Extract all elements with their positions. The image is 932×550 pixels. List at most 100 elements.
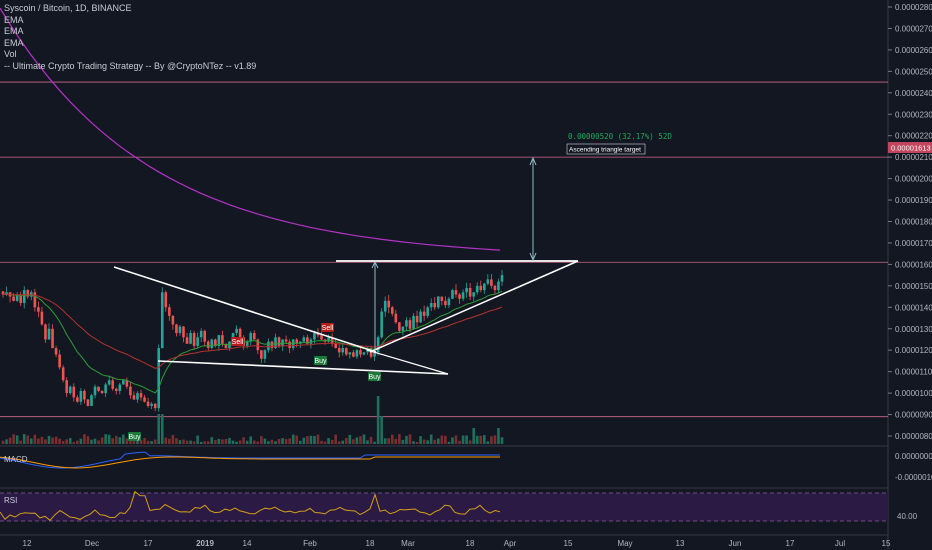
candle-body [348,352,352,355]
time-tick-label: 17 [786,539,795,548]
candle-body [447,298,451,306]
legend-ema-3[interactable]: EMA [4,38,256,50]
volume-bar [383,438,387,444]
price-tick-label: 0.00001100 [895,368,932,377]
candle-body [185,337,189,344]
legend-symbol[interactable]: Syscoin / Bitcoin, 1D, BINANCE [4,3,256,15]
volume-bar [86,436,90,444]
volume-bar [210,437,214,444]
volume-bar [284,439,288,444]
candle-body [33,292,37,308]
volume-bar [54,436,58,444]
volume-bar [373,441,376,444]
candle-body [380,311,383,338]
price-tick-label: 0.00001600 [895,260,932,269]
candle-body [206,341,210,349]
candle-body [486,279,490,284]
price-tick-label: 0.00002800 [895,3,932,12]
volume-bar [192,441,196,444]
candle-body [362,352,366,355]
candle-body [376,337,380,353]
legend-ema-1[interactable]: EMA [4,15,256,27]
volume-bar [150,441,153,444]
candle-body [44,324,47,340]
candle-body [451,290,454,299]
candle-body [51,328,54,349]
measure-annotation: 0.00000520 (32.17%) 52D [568,132,672,141]
volume-bar [270,439,274,444]
buy-signal-label: Buy [128,434,141,441]
volume-bar [323,441,327,444]
volume-bar [295,435,299,444]
candle-body [210,339,214,349]
volume-bar [486,441,490,444]
volume-bar [1,440,5,444]
volume-bar [224,439,228,444]
price-tick-label: 0.00002100 [895,153,932,162]
volume-bar [185,440,189,444]
candle-body [252,333,256,340]
candle-body [497,281,500,291]
volume-bar [164,437,168,444]
candle-body [47,328,51,340]
volume-bar [178,440,182,444]
volume-bar [454,435,458,444]
volume-bar [15,435,19,444]
candle-body [475,285,479,293]
buy-signal-label: Buy [314,358,327,365]
volume-bar [122,434,125,444]
volume-bar [47,435,51,444]
price-tick-label: 0.00001500 [895,282,932,291]
candle-body [267,341,270,351]
time-tick-label: 18 [366,539,375,548]
price-tick-label: 0.00002400 [895,89,932,98]
price-chart[interactable]: Sell Sell Buy Buy Buy 0.00002800 0.00002700 0.… [0,0,932,550]
price-tick-label: 0.00001200 [895,346,932,355]
time-tick-label: 13 [676,539,685,548]
volume-bar [5,439,8,444]
candle-body [341,348,345,353]
legend-strategy[interactable]: -- Ultimate Crypto Trading Strategy -- B… [4,61,256,73]
volume-bar [447,441,451,444]
time-tick-label: 17 [144,539,153,548]
candle-body [93,386,97,396]
volume-bar [228,437,231,444]
volume-bar [380,416,383,444]
candle-body [263,350,267,359]
time-tick-label: Mar [401,539,415,548]
candle-body [352,352,355,357]
volume-bar [168,438,171,444]
volume-bar [387,438,391,444]
volume-bar [160,414,164,444]
volume-bar [68,438,72,444]
legend-volume[interactable]: Vol [4,49,256,61]
candle-body [196,337,199,346]
volume-bar [327,438,330,444]
volume-bar [58,438,61,444]
sell-signal-label: Sell [322,325,334,332]
price-tick-label: 0.00001400 [895,303,932,312]
candle-body [493,285,497,291]
candle-body [415,315,419,323]
candle-body [139,393,143,398]
candle-body [479,285,483,291]
candle-body [454,290,458,295]
candle-body [118,384,122,391]
price-tick-label: 0.00001900 [895,196,932,205]
candle-body [40,311,44,325]
price-tick-label: 0.00002000 [895,175,932,184]
candle-body [157,348,161,409]
price-tick-label: 0.00001700 [895,239,932,248]
candle-body [58,354,61,368]
legend-ema-2[interactable]: EMA [4,26,256,38]
candle-body [426,307,429,316]
candle-body [394,313,398,323]
price-tick-label: 0.00000900 [895,411,932,420]
volume-bar [189,440,192,444]
volume-bar [65,439,69,444]
candle-body [79,390,83,402]
candle-body [490,279,493,286]
time-tick-label: 14 [243,539,252,548]
volume-bar [337,441,341,444]
candle-body [337,348,341,353]
